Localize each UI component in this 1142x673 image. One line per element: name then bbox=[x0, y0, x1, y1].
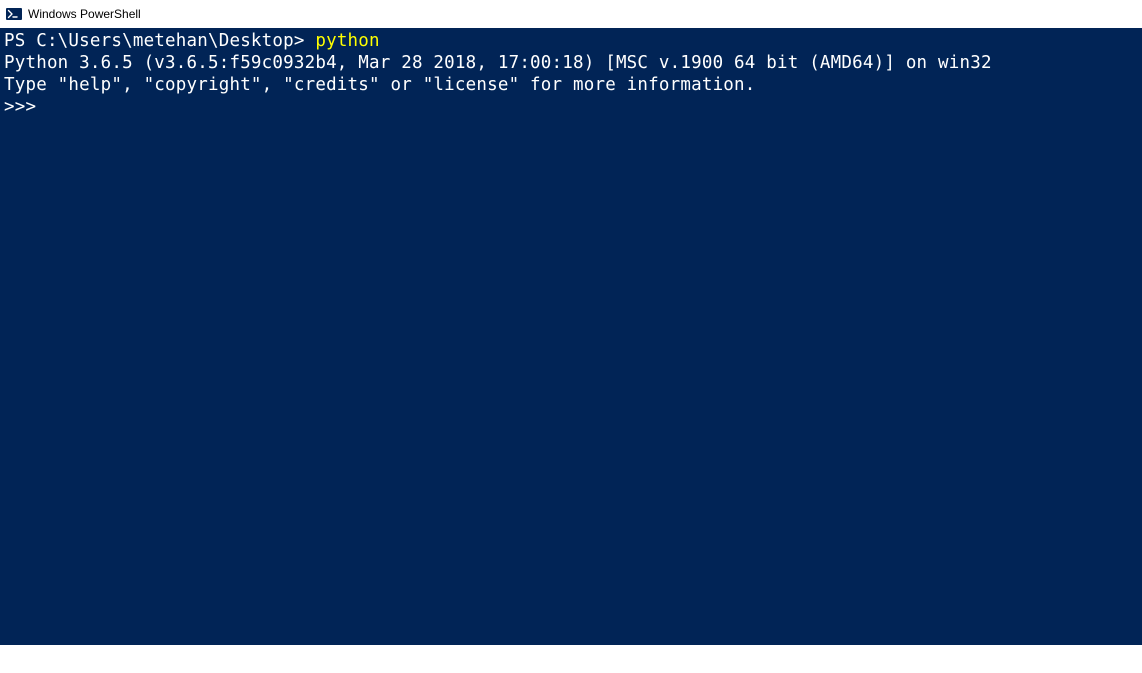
window-title: Windows PowerShell bbox=[28, 7, 141, 21]
powershell-icon bbox=[6, 6, 22, 22]
typed-command: python bbox=[315, 31, 379, 51]
shell-prompt: PS C:\Users\metehan\Desktop> bbox=[4, 31, 315, 51]
python-version-line: Python 3.6.5 (v3.6.5:f59c0932b4, Mar 28 … bbox=[4, 52, 1138, 74]
window-titlebar[interactable]: Windows PowerShell bbox=[0, 0, 1142, 28]
terminal-area[interactable]: PS C:\Users\metehan\Desktop> pythonPytho… bbox=[0, 28, 1142, 645]
python-repl-prompt: >>> bbox=[4, 96, 1138, 118]
python-help-line: Type "help", "copyright", "credits" or "… bbox=[4, 74, 1138, 96]
